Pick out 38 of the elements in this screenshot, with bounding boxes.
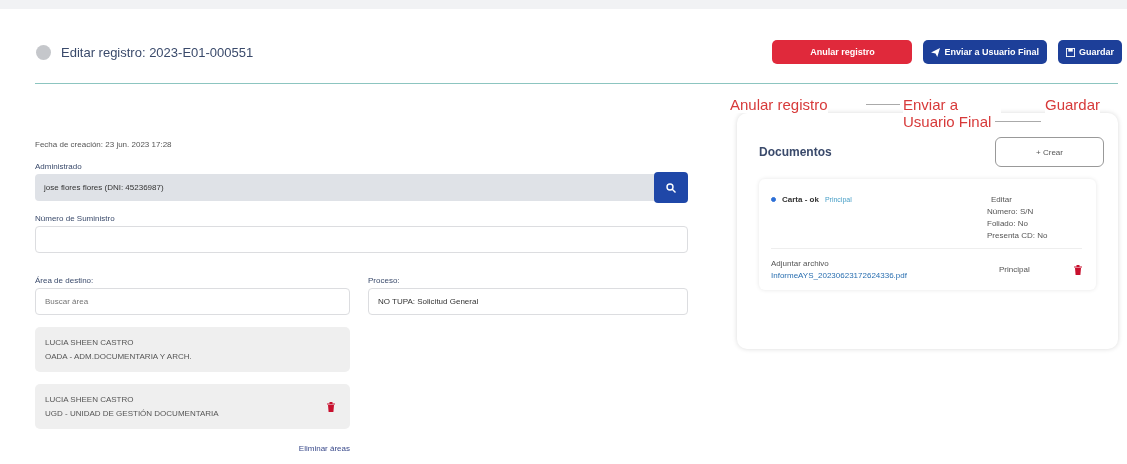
creation-date: Fecha de creación: 23 jun. 2023 17:28 [35,140,173,149]
person-name: LUCIA SHEEN CASTRO [45,338,135,347]
input-field[interactable]: NO TUPA: Solicitud General [368,288,688,315]
paper-plane-icon [931,47,941,57]
search-icon [666,182,676,193]
file-tag: Principal [999,265,1064,274]
save-icon [1066,47,1075,57]
annotation-label: Guardar [1045,96,1101,113]
radio-button[interactable] [771,197,776,202]
detail-text: Presenta CD: No [987,231,1049,240]
trash-icon[interactable] [1074,264,1082,275]
field-label: Administrado [35,162,83,171]
send-button[interactable]: Enviar a Usuario Final [923,40,1047,64]
detail-text: Foliado: No [987,219,1029,228]
field-label: Área de destino: [35,276,95,285]
field-label: Número de Suministro [35,214,116,223]
save-button[interactable]: Guardar [1058,40,1122,64]
field-label: Proceso: [368,276,401,285]
file-link[interactable]: InformeAYS_20230623172624336.pdf [771,271,989,280]
leader-line [995,121,1041,122]
panel-title: Documentos [759,145,832,159]
attach-label: Adjuntar archivo [771,259,830,268]
annotation-label: Anular registro [730,96,828,113]
unit-name: OADA - ADM.DOCUMENTARIA Y ARCH. [45,352,193,361]
trash-icon[interactable] [327,401,335,412]
annotation-label: Enviar a Usuario Final [903,96,1001,130]
search-field[interactable]: Buscar área [35,288,350,315]
edit-link[interactable]: Editar [987,195,1082,204]
cancel-record-button[interactable]: Anular registro [772,40,913,64]
unit-name: UGD - UNIDAD DE GESTIÓN DOCUMENTARIA [45,409,220,418]
document-name: Carta - ok [782,195,819,204]
person-name: LUCIA SHEEN CASTRO [45,395,135,404]
leader-line [866,104,900,105]
detail-text: Número: S/N [987,207,1035,216]
create-button[interactable]: + Crear [995,137,1104,167]
input-field[interactable] [35,226,688,253]
page-title: Editar registro: 2023-E01-000551 [61,44,254,60]
remove-areas-link[interactable]: Eliminar áreas [35,444,350,453]
